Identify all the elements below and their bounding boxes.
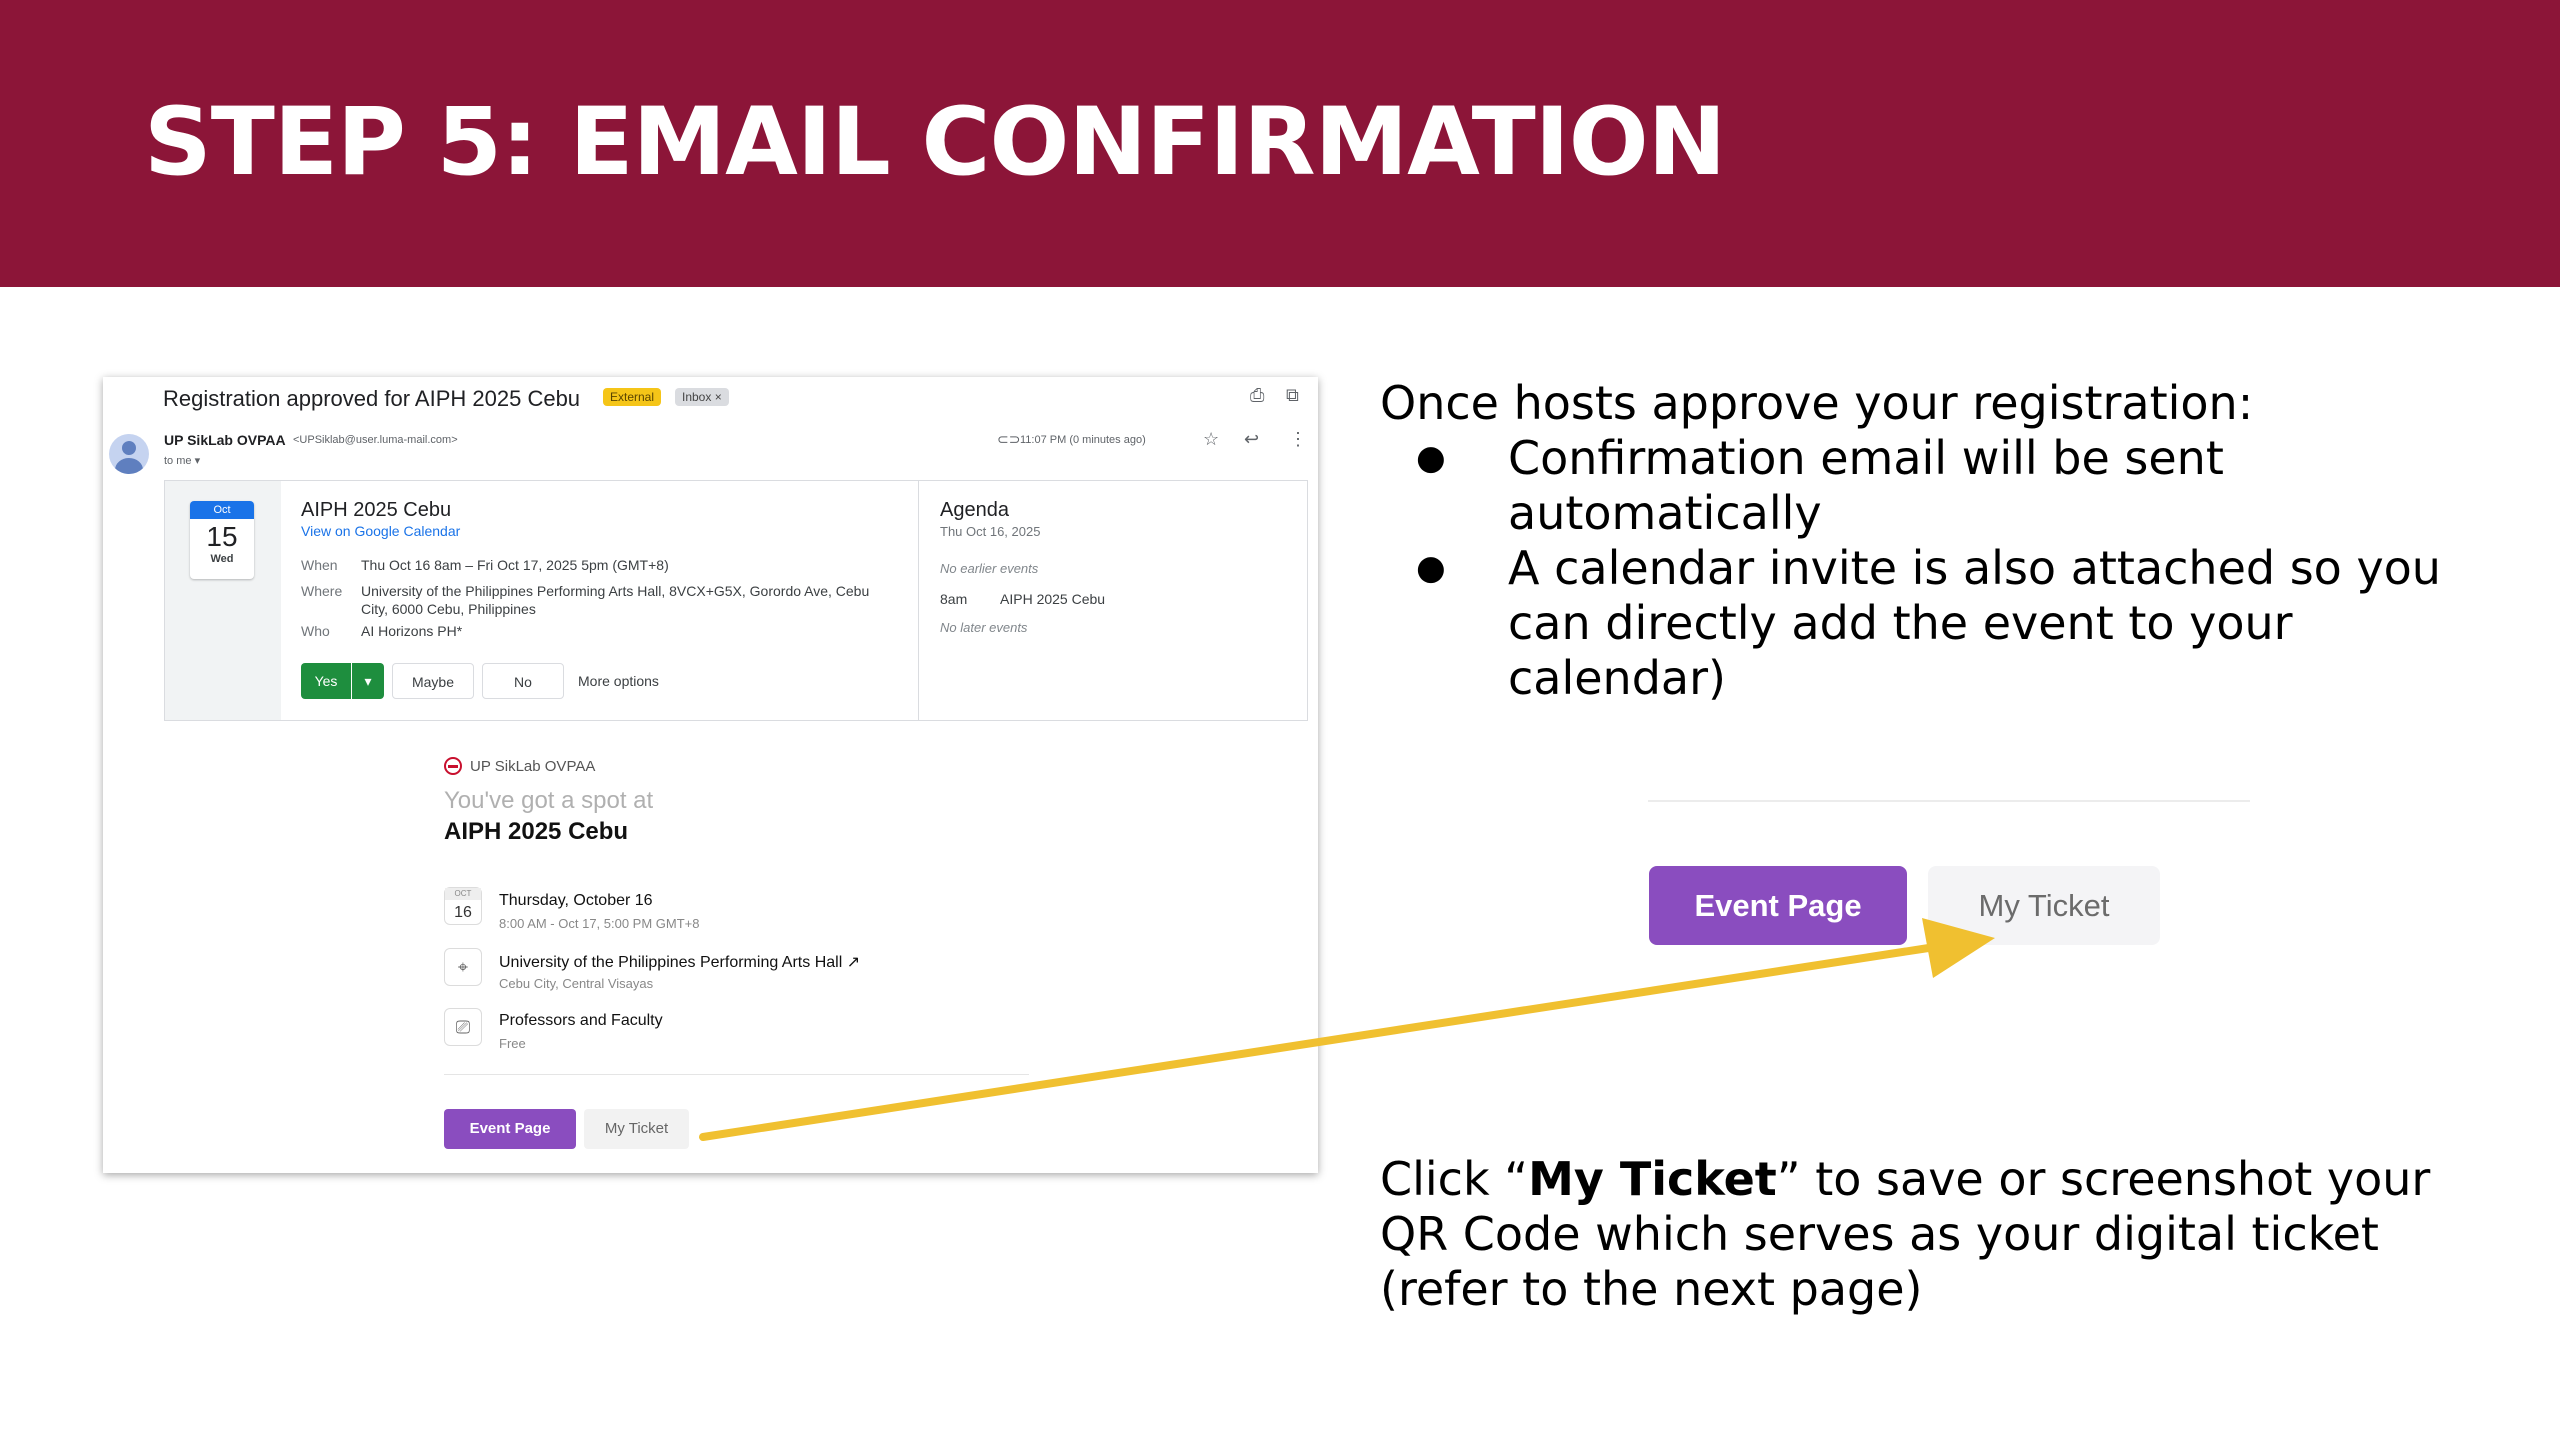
luma-spot-text: You've got a spot at	[444, 787, 654, 814]
my-ticket-button[interactable]: My Ticket	[584, 1109, 689, 1149]
when-value: Thu Oct 16 8am – Fri Oct 17, 2025 5pm (G…	[361, 557, 669, 573]
event-date: Thursday, October 16	[499, 892, 653, 909]
luma-org-name: UP SikLab OVPAA	[470, 758, 596, 775]
org-logo-icon	[444, 757, 462, 775]
luma-divider	[444, 1074, 1029, 1075]
location-pin-icon: ⌖	[444, 948, 482, 986]
agenda-event: AIPH 2025 Cebu	[1000, 591, 1106, 607]
event-time-range: 8:00 AM - Oct 17, 5:00 PM GMT+8	[499, 916, 700, 931]
google-calendar-link[interactable]: View on Google Calendar	[301, 523, 460, 539]
date-icon: OCT 16	[444, 887, 482, 925]
ticket-type: Professors and Faculty	[499, 1012, 663, 1029]
intro-text: Once hosts approve your registration:	[1380, 376, 2254, 430]
invite-weekday: Wed	[210, 553, 234, 565]
open-new-window-icon[interactable]: ⧉	[1286, 385, 1299, 406]
zoom-divider	[1648, 800, 2250, 802]
agenda-title: Agenda	[940, 499, 1009, 521]
rsvp-dropdown-button[interactable]: ▾	[352, 663, 384, 699]
invite-date-column: Oct 15 Wed	[165, 481, 281, 720]
zoomed-my-ticket-button[interactable]: My Ticket	[1928, 866, 2160, 945]
event-city: Cebu City, Central Visayas	[499, 976, 654, 991]
where-label: Where	[301, 583, 343, 599]
who-label: Who	[301, 623, 330, 639]
sender-avatar	[109, 434, 149, 474]
date-icon-day: 16	[454, 904, 472, 921]
ticket-price: Free	[499, 1036, 526, 1051]
agenda-date: Thu Oct 16, 2025	[940, 524, 1041, 539]
print-icon[interactable]: ⎙	[1250, 385, 1264, 406]
bullet-item: Confirmation email will be sent automati…	[1380, 431, 2480, 541]
rsvp-no-button[interactable]: No	[482, 663, 564, 699]
reply-icon[interactable]: ↩	[1244, 429, 1259, 450]
calendar-invite: Oct 15 Wed AIPH 2025 Cebu View on Google…	[164, 480, 1308, 721]
more-vert-icon[interactable]: ⋮	[1289, 429, 1307, 450]
outro-prefix: Click “	[1380, 1152, 1529, 1206]
outro-bold: My Ticket	[1528, 1152, 1777, 1206]
sender-name: UP SikLab OVPAA	[164, 432, 286, 448]
invite-title: AIPH 2025 Cebu	[301, 499, 452, 521]
inbox-label[interactable]: Inbox ×	[675, 388, 729, 406]
bullet-item: A calendar invite is also attached so yo…	[1380, 541, 2480, 706]
slide-title: STEP 5: EMAIL CONFIRMATION	[144, 88, 1726, 197]
event-venue[interactable]: University of the Philippines Performing…	[499, 952, 860, 972]
calendar-date-icon: Oct 15 Wed	[190, 501, 254, 579]
where-value-line2: City, 6000 Cebu, Philippines	[361, 601, 536, 617]
when-label: When	[301, 557, 338, 573]
where-value-line1: University of the Philippines Performing…	[361, 583, 870, 599]
luma-event-name: AIPH 2025 Cebu	[444, 818, 629, 845]
ticket-icon: ⎚	[444, 1008, 482, 1046]
invite-day: 15	[206, 521, 238, 552]
date-icon-month: OCT	[445, 888, 481, 900]
recipient-dropdown[interactable]: to me ▾	[164, 454, 200, 467]
invite-month: Oct	[190, 501, 254, 519]
agenda-no-earlier: No earlier events	[940, 561, 1039, 576]
email-timestamp: 11:07 PM (0 minutes ago)	[1020, 434, 1146, 446]
attachment-icon: ⊂⊃	[997, 431, 1021, 447]
who-value: AI Horizons PH*	[361, 623, 463, 639]
rsvp-maybe-button[interactable]: Maybe	[392, 663, 474, 699]
agenda-divider	[918, 481, 919, 720]
star-icon[interactable]: ☆	[1203, 429, 1219, 450]
agenda-time: 8am	[940, 591, 968, 607]
sender-email: <UPSiklab@user.luma-mail.com>	[293, 434, 458, 446]
email-screenshot: Registration approved for AIPH 2025 Cebu…	[103, 377, 1318, 1173]
agenda-no-later: No later events	[940, 620, 1028, 635]
rsvp-yes-button[interactable]: Yes	[301, 663, 351, 699]
instruction-bullets: Confirmation email will be sent automati…	[1380, 431, 2480, 706]
email-subject: Registration approved for AIPH 2025 Cebu	[163, 386, 581, 411]
more-options-button[interactable]: More options	[578, 663, 659, 699]
external-badge: External	[603, 388, 662, 406]
outro-text: Click “My Ticket” to save or screenshot …	[1380, 1152, 2510, 1317]
zoomed-event-page-button[interactable]: Event Page	[1649, 866, 1907, 945]
event-page-button[interactable]: Event Page	[444, 1109, 576, 1149]
